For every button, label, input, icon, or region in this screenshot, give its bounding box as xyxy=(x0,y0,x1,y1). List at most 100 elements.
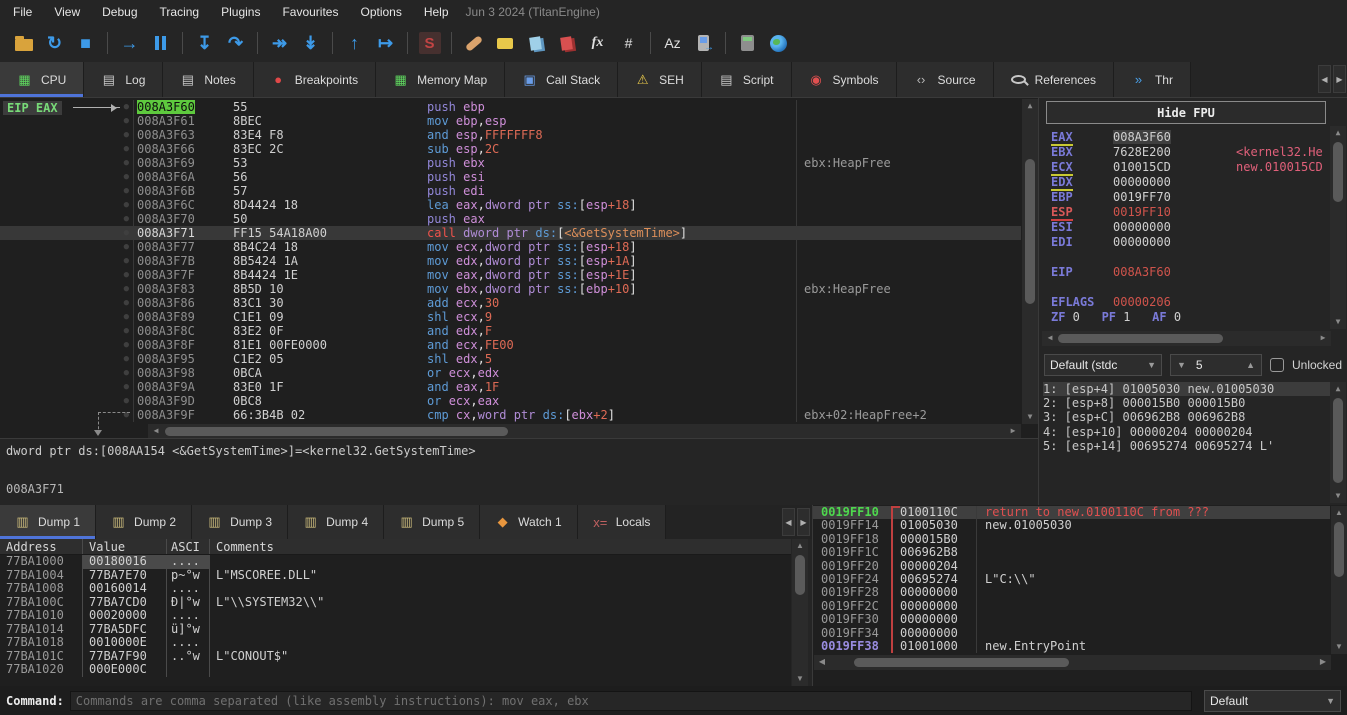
dump-row[interactable]: 77BA101000020000.... xyxy=(0,609,791,623)
dump-row[interactable]: 77BA100477BA7E70p~°wL"MSCOREE.DLL" xyxy=(0,569,791,583)
close-debuggee-icon[interactable]: ■ xyxy=(72,30,99,56)
menu-favourites[interactable]: Favourites xyxy=(271,1,349,23)
disasm-row[interactable]: ●008A3F8F81E1 00FE0000and ecx,FE00 xyxy=(0,338,1021,352)
disasm-row[interactable]: ●008A3F6B57push edi xyxy=(0,184,1021,198)
tab-script[interactable]: ▤Script xyxy=(702,62,792,97)
disasm-row[interactable]: ●008A3F9D0BC8or ecx,eax xyxy=(0,394,1021,408)
tab-scroll-left-button[interactable]: ◀ xyxy=(1318,65,1331,93)
disasm-row[interactable]: ●008A3F71FF15 54A18A00call dword ptr ds:… xyxy=(0,226,1021,240)
column-header-ascii[interactable]: ASCI xyxy=(166,539,209,554)
disasm-row[interactable]: ●008A3F7050push eax xyxy=(0,212,1021,226)
dump-vertical-scrollbar[interactable]: ▲ ▼ xyxy=(792,539,808,686)
tab-dump-3[interactable]: ▥Dump 3 xyxy=(192,505,288,539)
scroll-thumb[interactable] xyxy=(1333,398,1343,483)
scroll-right-arrow[interactable]: ▶ xyxy=(1005,424,1021,438)
scroll-thumb[interactable] xyxy=(165,427,508,436)
tab-dump-2[interactable]: ▥Dump 2 xyxy=(96,505,192,539)
argument-row[interactable]: 5: [esp+14] 00695274 00695274 L' xyxy=(1043,439,1330,453)
menu-debug[interactable]: Debug xyxy=(91,1,148,23)
tab-watch-1[interactable]: ◆Watch 1 xyxy=(480,505,578,539)
patches-icon[interactable] xyxy=(460,30,487,56)
go-to-icon[interactable]: ↦ xyxy=(372,30,399,56)
breakpoint-dot[interactable]: ● xyxy=(0,226,133,240)
breakpoint-dot[interactable]: ● xyxy=(0,198,133,212)
disasm-row[interactable]: ●008A3F7F8B4424 1Emov eax,dword ptr ss:[… xyxy=(0,268,1021,282)
tab-source[interactable]: ‹›Source xyxy=(897,62,994,97)
tab-log[interactable]: ▤Log xyxy=(84,62,163,97)
unlocked-checkbox[interactable] xyxy=(1270,358,1284,372)
menu-plugins[interactable]: Plugins xyxy=(210,1,271,23)
stack-row[interactable]: 0019FF2400695274L"C:\\" xyxy=(813,573,1330,586)
tab-seh[interactable]: ⚠SEH xyxy=(618,62,702,97)
case-az-icon[interactable]: Az xyxy=(659,30,686,56)
disasm-row[interactable]: ●008A3F9F66:3B4B 02cmp cx,word ptr ds:[e… xyxy=(0,408,1021,422)
dump-row[interactable]: 77BA101477BA5DFCü]°w xyxy=(0,623,791,637)
dump-row[interactable]: 77BA100800160014.... xyxy=(0,582,791,596)
scroll-up-arrow[interactable]: ▲ xyxy=(1330,382,1346,396)
breakpoint-dot[interactable]: ● xyxy=(0,212,133,226)
stack-row[interactable]: 0019FF2800000000 xyxy=(813,586,1330,599)
argument-row[interactable]: 3: [esp+C] 006962B8 006962B8 xyxy=(1043,410,1330,424)
scroll-thumb[interactable] xyxy=(1058,334,1223,343)
breakpoint-dot[interactable]: ● xyxy=(0,156,133,170)
scroll-up-arrow[interactable]: ▲ xyxy=(1022,99,1038,113)
disasm-row[interactable]: ●008A3F6683EC 2Csub esp,2C xyxy=(0,142,1021,156)
scroll-up-arrow[interactable]: ▲ xyxy=(792,539,808,553)
menu-file[interactable]: File xyxy=(2,1,43,23)
disasm-row[interactable]: ●008A3F618BECmov ebp,esp xyxy=(0,114,1021,128)
tab-dump-1[interactable]: ▥Dump 1 xyxy=(0,505,96,539)
scroll-up-arrow[interactable]: ▲ xyxy=(1331,506,1347,520)
scroll-thumb[interactable] xyxy=(1334,522,1344,577)
menu-options[interactable]: Options xyxy=(349,1,412,23)
tab-symbols[interactable]: ◉Symbols xyxy=(792,62,897,97)
dump-row[interactable]: 77BA100000180016.... xyxy=(0,555,791,569)
flags-row[interactable]: ZF 0 PF 1 AF 0 xyxy=(1051,310,1327,325)
disasm-horizontal-scrollbar[interactable]: ◀ ▶ xyxy=(148,424,1021,439)
command-profile-select[interactable]: Default ▼ xyxy=(1204,690,1341,712)
disasm-row[interactable]: ●008A3F8C83E2 0Fand edx,F xyxy=(0,324,1021,338)
comments-icon[interactable] xyxy=(491,30,518,56)
tab-locals[interactable]: x=Locals xyxy=(578,505,667,539)
stack-row[interactable]: 0019FF1401005030new.01005030 xyxy=(813,519,1330,532)
disasm-row[interactable]: ●008A3F9A83E0 1Fand eax,1F xyxy=(0,380,1021,394)
stack-horizontal-scrollbar[interactable]: ◀ ▶ xyxy=(814,655,1331,670)
column-header-address[interactable]: Address xyxy=(0,539,82,554)
register-row-eip[interactable]: EIP008A3F60 xyxy=(1051,265,1327,280)
step-over-icon[interactable]: ↷ xyxy=(222,30,249,56)
register-row-edx[interactable]: EDX00000000 xyxy=(1051,175,1327,190)
register-row-esi[interactable]: ESI00000000 xyxy=(1051,220,1327,235)
pause-icon[interactable] xyxy=(147,30,174,56)
breakpoint-dot[interactable]: ● xyxy=(0,142,133,156)
stack-row[interactable]: 0019FF2C00000000 xyxy=(813,600,1330,613)
scroll-left-arrow[interactable]: ◀ xyxy=(148,424,164,438)
disasm-row[interactable]: ●008A3F6953push ebxebx:HeapFree xyxy=(0,156,1021,170)
open-file-icon[interactable] xyxy=(10,30,37,56)
disasm-row[interactable]: ●008A3F838B5D 10mov ebx,dword ptr ss:[eb… xyxy=(0,282,1021,296)
scroll-down-arrow[interactable]: ▼ xyxy=(1022,410,1038,424)
disasm-row[interactable]: ●008A3F980BCAor ecx,edx xyxy=(0,366,1021,380)
breakpoint-dot[interactable]: ● xyxy=(0,114,133,128)
tab-thr[interactable]: »Thr xyxy=(1114,62,1191,97)
scroll-thumb[interactable] xyxy=(854,658,1069,667)
column-header-value[interactable]: Value xyxy=(82,539,166,554)
calling-convention-select[interactable]: Default (stdc ▼ xyxy=(1044,354,1162,376)
disasm-row[interactable]: ●008A3F89C1E1 09shl ecx,9 xyxy=(0,310,1021,324)
breakpoint-dot[interactable]: ● xyxy=(0,394,133,408)
disasm-row[interactable]: ●008A3F8683C1 30add ecx,30 xyxy=(0,296,1021,310)
scroll-left-arrow[interactable]: ◀ xyxy=(814,655,830,669)
dump-tab-scroll-left-button[interactable]: ◀ xyxy=(782,508,795,536)
arguments-vertical-scrollbar[interactable]: ▲ ▼ xyxy=(1330,382,1346,503)
breakpoint-dot[interactable]: ● xyxy=(0,282,133,296)
tab-call-stack[interactable]: ▣Call Stack xyxy=(505,62,618,97)
spinner-up-icon[interactable]: ▲ xyxy=(1246,360,1255,370)
menu-help[interactable]: Help xyxy=(413,1,460,23)
stack-row[interactable]: 0019FF100100110Creturn to new.0100110C f… xyxy=(813,506,1330,519)
scroll-thumb[interactable] xyxy=(1025,159,1035,304)
argument-row[interactable]: 2: [esp+8] 000015B0 000015B0 xyxy=(1043,396,1330,410)
step-out-icon[interactable]: ↡ xyxy=(297,30,324,56)
stack-row[interactable]: 0019FF18000015B0 xyxy=(813,533,1330,546)
tab-scroll-right-button[interactable]: ▶ xyxy=(1333,65,1346,93)
spinner-down-icon[interactable]: ▼ xyxy=(1177,360,1186,370)
register-row-eax[interactable]: EAX008A3F60 xyxy=(1051,130,1327,145)
argument-count-spinner[interactable]: ▼ 5 ▲ xyxy=(1170,354,1262,376)
